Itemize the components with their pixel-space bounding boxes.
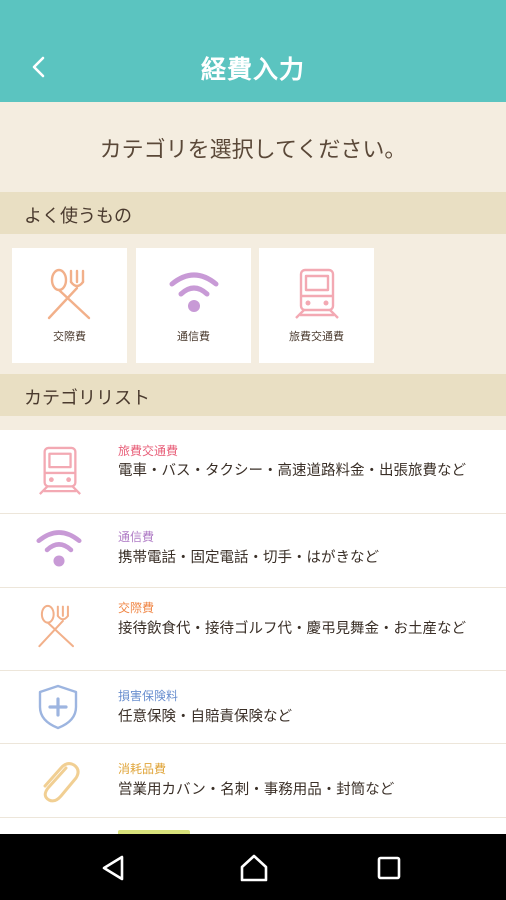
list-item-partial[interactable] bbox=[0, 818, 506, 834]
category-name: 通信費 bbox=[118, 530, 155, 544]
fork-knife-icon bbox=[38, 604, 74, 648]
nav-recents-button[interactable] bbox=[359, 844, 419, 890]
nav-back-button[interactable] bbox=[84, 844, 144, 890]
wifi-icon bbox=[169, 272, 219, 312]
category-description: 任意保険・自賠責保険など bbox=[118, 709, 292, 725]
category-prompt: カテゴリを選択してください。 bbox=[99, 138, 407, 163]
list-item[interactable]: 損害保険料 任意保険・自賠責保険など bbox=[0, 671, 506, 744]
category-list: 旅費交通費 電車・バス・タクシー・高速道路料金・出張旅費など 通信費 携帯電話・… bbox=[0, 430, 506, 834]
favorite-communication[interactable]: 通信費 bbox=[136, 248, 251, 363]
list-item[interactable]: 消耗品費 営業用カバン・名刺・事務用品・封筒など bbox=[0, 744, 506, 818]
favorite-entertainment[interactable]: 交際費 bbox=[12, 248, 127, 363]
favorite-label: 旅費交通費 bbox=[289, 330, 344, 343]
category-description: 電車・バス・タクシー・高速道路料金・出張旅費など bbox=[118, 463, 466, 479]
favorites-heading: よく使うもの bbox=[24, 206, 132, 227]
system-navigation-bar bbox=[0, 834, 506, 900]
nav-back-icon bbox=[102, 855, 124, 881]
category-name: 損害保険料 bbox=[118, 689, 179, 703]
favorites-section-header: よく使うもの bbox=[0, 192, 506, 234]
train-icon bbox=[39, 446, 81, 495]
list-item[interactable]: 旅費交通費 電車・バス・タクシー・高速道路料金・出張旅費など bbox=[0, 430, 506, 514]
category-description: 営業用カバン・名刺・事務用品・封筒など bbox=[118, 782, 395, 798]
train-icon bbox=[295, 268, 339, 319]
category-list-section-header: カテゴリリスト bbox=[0, 374, 506, 416]
list-item[interactable]: 通信費 携帯電話・固定電話・切手・はがきなど bbox=[0, 514, 506, 588]
nav-recents-icon bbox=[377, 856, 401, 880]
wifi-icon bbox=[36, 530, 82, 567]
page-title: 経費入力 bbox=[200, 55, 305, 84]
nav-home-button[interactable] bbox=[223, 844, 283, 890]
category-description: 接待飲食代・接待ゴルフ代・慶弔見舞金・お土産など bbox=[118, 621, 466, 637]
favorite-label: 交際費 bbox=[53, 330, 86, 343]
category-list-heading: カテゴリリスト bbox=[24, 388, 150, 409]
app-header: 経費入力 bbox=[0, 0, 506, 102]
favorite-travel[interactable]: 旅費交通費 bbox=[259, 248, 374, 363]
category-name: 旅費交通費 bbox=[118, 444, 179, 458]
shield-plus-icon bbox=[38, 684, 78, 730]
favorite-label: 通信費 bbox=[177, 330, 210, 343]
list-item[interactable]: 交際費 接待飲食代・接待ゴルフ代・慶弔見舞金・お土産など bbox=[0, 588, 506, 671]
category-name: 交際費 bbox=[118, 601, 155, 615]
paperclip-icon bbox=[43, 762, 80, 803]
category-name: 消耗品費 bbox=[118, 762, 167, 776]
category-description: 携帯電話・固定電話・切手・はがきなど bbox=[118, 550, 379, 566]
favorites-row: 交際費 通信費 旅費交通費 bbox=[0, 248, 506, 363]
fork-knife-icon bbox=[47, 268, 91, 320]
nav-home-icon bbox=[240, 854, 268, 882]
